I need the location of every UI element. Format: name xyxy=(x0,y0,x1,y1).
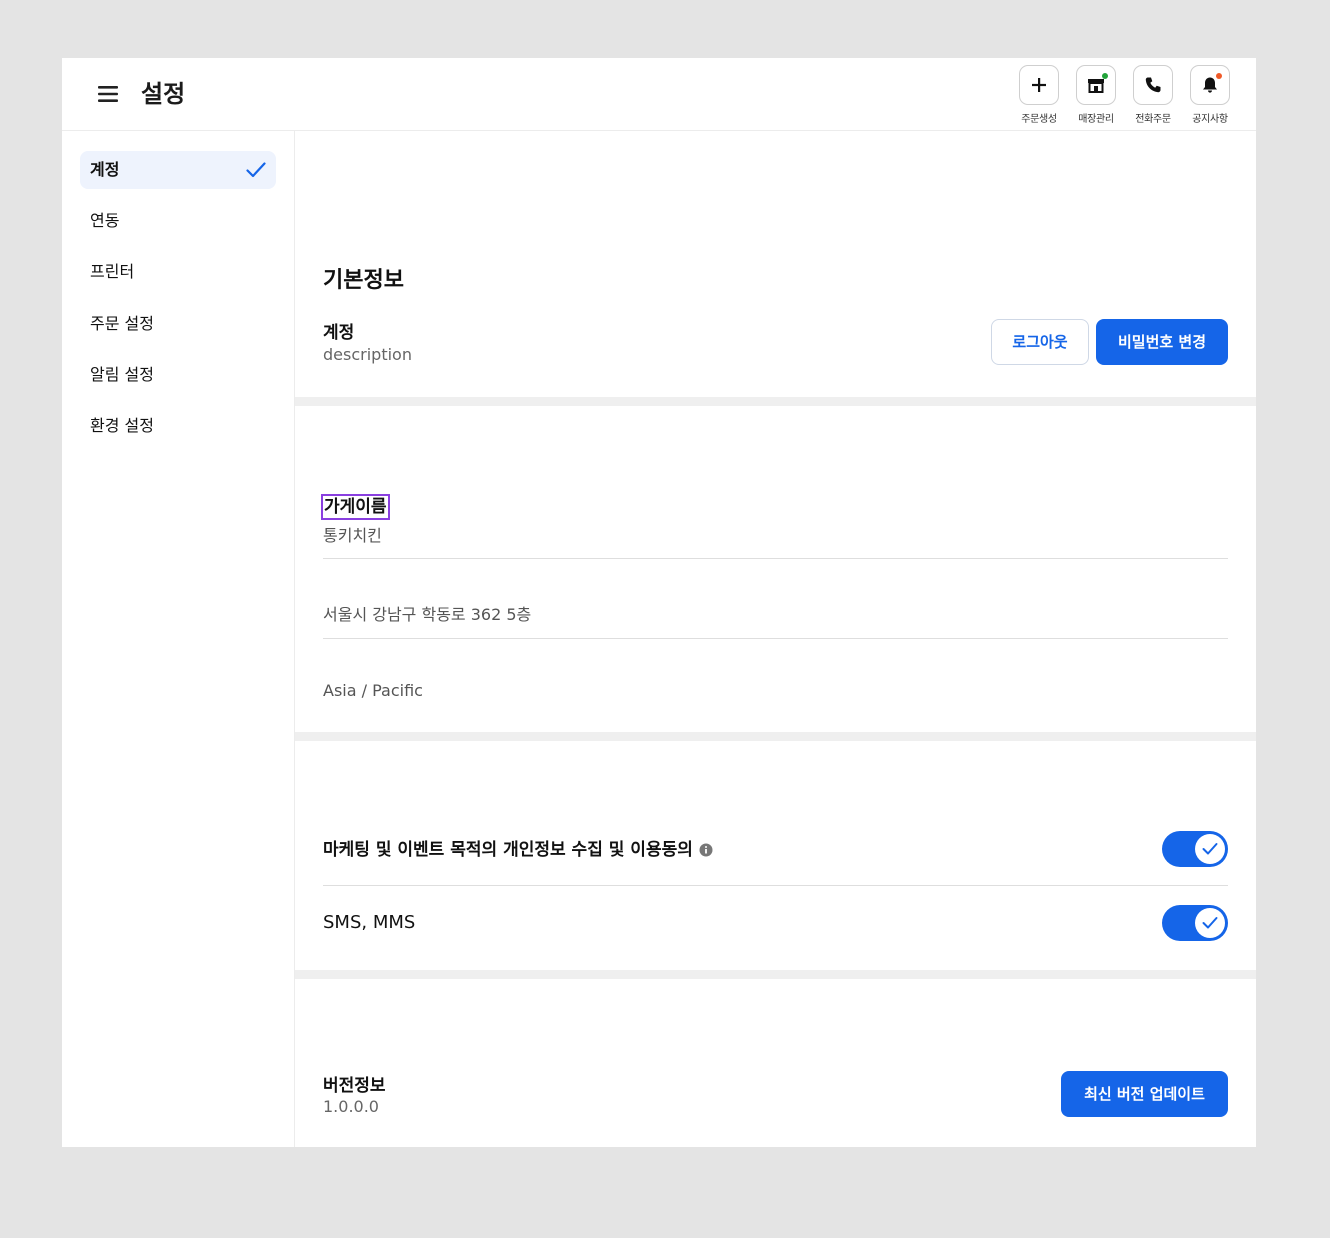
section-divider xyxy=(295,732,1256,741)
create-order-label: 주문생성 xyxy=(1021,114,1057,125)
check-icon xyxy=(246,162,266,178)
check-icon xyxy=(1202,843,1218,855)
phone-icon xyxy=(1145,77,1161,93)
quick-action-phone-order[interactable]: 전화주문 xyxy=(1128,65,1178,125)
plus-icon xyxy=(1032,78,1046,92)
basic-info-heading: 기본정보 xyxy=(323,268,404,293)
sidebar-item-environment-settings[interactable]: 환경 설정 xyxy=(80,407,276,445)
version-label: 버전정보 xyxy=(323,1076,386,1096)
change-password-button[interactable]: 비밀번호 변경 xyxy=(1096,319,1228,365)
section-divider xyxy=(295,397,1256,406)
check-icon xyxy=(1202,917,1218,929)
sidebar-item-printer[interactable]: 프린터 xyxy=(80,253,276,291)
sidebar-item-account[interactable]: 계정 xyxy=(80,151,276,189)
basic-info-section: 기본정보 계정 description 로그아웃 비밀번호 변경 xyxy=(295,131,1256,397)
info-icon[interactable] xyxy=(699,843,713,857)
field-divider xyxy=(323,558,1228,559)
sidebar-item-label: 알림 설정 xyxy=(90,365,154,384)
account-label: 계정 xyxy=(323,323,355,343)
sidebar-item-label: 주문 설정 xyxy=(90,314,154,333)
section-divider xyxy=(295,970,1256,979)
create-order-button[interactable] xyxy=(1019,65,1059,105)
page-title: 설정 xyxy=(141,80,186,108)
sidebar-item-label: 연동 xyxy=(90,211,120,230)
store-name-label-text: 가게이름 xyxy=(324,497,387,517)
version-section: 버전정보 1.0.0.0 최신 버전 업데이트 xyxy=(295,979,1256,1147)
store-address-field[interactable]: 서울시 강남구 학동로 362 5층 xyxy=(323,601,531,625)
main-content: 기본정보 계정 description 로그아웃 비밀번호 변경 가게이름 통키… xyxy=(295,131,1256,1147)
notice-button[interactable] xyxy=(1190,65,1230,105)
store-management-button[interactable] xyxy=(1076,65,1116,105)
hamburger-menu-icon[interactable] xyxy=(96,82,120,106)
store-info-section: 가게이름 통키치킨 서울시 강남구 학동로 362 5층 Asia / Paci… xyxy=(295,406,1256,732)
marketing-consent-label: 마케팅 및 이벤트 목적의 개인정보 수집 및 이용동의 xyxy=(323,840,693,860)
notice-label: 공지사항 xyxy=(1192,114,1228,125)
sidebar-item-label: 환경 설정 xyxy=(90,416,154,435)
logout-button[interactable]: 로그아웃 xyxy=(991,319,1089,365)
store-management-label: 매장관리 xyxy=(1078,114,1114,125)
sidebar-item-label: 계정 xyxy=(90,160,120,179)
timezone-field[interactable]: Asia / Pacific xyxy=(323,681,423,700)
sidebar-item-order-settings[interactable]: 주문 설정 xyxy=(80,305,276,343)
sidebar-item-integration[interactable]: 연동 xyxy=(80,202,276,240)
store-status-dot xyxy=(1102,73,1108,79)
sidebar-item-notification-settings[interactable]: 알림 설정 xyxy=(80,356,276,394)
row-divider xyxy=(323,885,1228,886)
update-version-button[interactable]: 최신 버전 업데이트 xyxy=(1061,1071,1228,1117)
store-name-value[interactable]: 통키치킨 xyxy=(323,522,382,546)
store-name-label[interactable]: 가게이름 xyxy=(321,494,390,520)
toggle-knob xyxy=(1195,834,1225,864)
sidebar-item-label: 프린터 xyxy=(90,262,135,281)
notice-alert-dot xyxy=(1216,73,1222,79)
top-bar: 설정 주문생성 매장관리 전화주문 공지사항 xyxy=(62,58,1256,131)
sms-mms-toggle[interactable] xyxy=(1162,905,1228,941)
quick-action-store-management[interactable]: 매장관리 xyxy=(1071,65,1121,125)
version-value: 1.0.0.0 xyxy=(323,1097,379,1116)
sms-mms-label: SMS, MMS xyxy=(323,912,416,933)
field-divider xyxy=(323,638,1228,639)
marketing-consent-toggle[interactable] xyxy=(1162,831,1228,867)
account-description: description xyxy=(323,345,412,364)
phone-order-button[interactable] xyxy=(1133,65,1173,105)
consent-section: 마케팅 및 이벤트 목적의 개인정보 수집 및 이용동의 SMS, MMS xyxy=(295,741,1256,970)
sidebar: 계정 연동 프린터 주문 설정 알림 설정 환경 설정 xyxy=(62,131,295,1147)
quick-action-create-order[interactable]: 주문생성 xyxy=(1014,65,1064,125)
app-window: 설정 주문생성 매장관리 전화주문 공지사항 계정 연동 프린터 주문 설정 알… xyxy=(62,58,1256,1147)
toggle-knob xyxy=(1195,908,1225,938)
phone-order-label: 전화주문 xyxy=(1135,114,1171,125)
marketing-consent-row: 마케팅 및 이벤트 목적의 개인정보 수집 및 이용동의 xyxy=(323,835,713,860)
quick-action-notice[interactable]: 공지사항 xyxy=(1185,65,1235,125)
